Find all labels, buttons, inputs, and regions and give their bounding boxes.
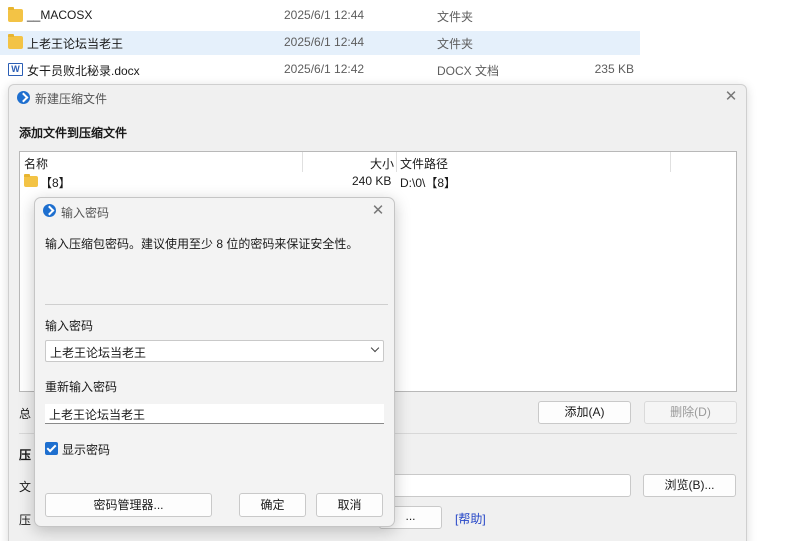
file-name: __MACOSX bbox=[27, 8, 93, 22]
ok-button[interactable]: 确定 bbox=[239, 493, 306, 517]
file-type: 文件夹 bbox=[437, 37, 474, 51]
reenter-password-input[interactable]: 上老王论坛当老王 bbox=[45, 404, 384, 424]
list-item-path: D:\0\【8】 bbox=[400, 176, 457, 190]
close-icon[interactable]: ✕ bbox=[724, 89, 738, 104]
cancel-button[interactable]: 取消 bbox=[316, 493, 383, 517]
file-size: 235 KB bbox=[594, 62, 634, 76]
show-password-checkbox[interactable] bbox=[45, 442, 58, 455]
password-manager-button[interactable]: 密码管理器... bbox=[45, 493, 212, 517]
app-logo-icon bbox=[43, 204, 56, 217]
section-compress-options: 压 bbox=[19, 448, 32, 462]
password-label: 输入密码 bbox=[45, 319, 94, 333]
password-combo[interactable]: 上老王论坛当老王 bbox=[45, 340, 384, 362]
column-divider bbox=[302, 152, 303, 172]
total-label: 总 bbox=[19, 407, 32, 421]
file-row-docx[interactable]: 女干员败北秘录.docx 2025/6/1 12:42 DOCX 文档 235 … bbox=[0, 58, 640, 82]
column-header-size[interactable]: 大小 bbox=[370, 155, 394, 172]
section-add-files: 添加文件到压缩文件 bbox=[19, 126, 128, 140]
file-type: 文件夹 bbox=[437, 10, 474, 24]
password-dialog-title: 输入密码 bbox=[61, 206, 110, 220]
delete-button[interactable]: 删除(D) bbox=[644, 401, 737, 424]
reenter-password-value: 上老王论坛当老王 bbox=[49, 408, 146, 422]
password-combo-value: 上老王论坛当老王 bbox=[50, 346, 147, 360]
reenter-password-label: 重新输入密码 bbox=[45, 380, 118, 394]
help-link[interactable]: [帮助] bbox=[455, 510, 486, 527]
close-icon[interactable]: ✕ bbox=[371, 203, 385, 218]
show-password-label[interactable]: 显示密码 bbox=[62, 441, 110, 458]
column-divider bbox=[396, 152, 397, 172]
app-logo-icon bbox=[17, 91, 30, 104]
browse-button[interactable]: 浏览(B)... bbox=[643, 474, 736, 497]
list-item-name: 【8】 bbox=[40, 176, 71, 190]
dialog-title: 新建压缩文件 bbox=[35, 92, 108, 106]
file-date: 2025/6/1 12:44 bbox=[284, 35, 365, 49]
folder-icon bbox=[24, 174, 38, 187]
add-button[interactable]: 添加(A) bbox=[538, 401, 631, 424]
compress-format-label: 压 bbox=[19, 513, 32, 527]
file-date: 2025/6/1 12:42 bbox=[284, 62, 365, 76]
column-divider bbox=[670, 152, 671, 172]
file-name-label: 文 bbox=[19, 480, 32, 494]
file-row-macosx[interactable]: __MACOSX 2025/6/1 12:44 文件夹 bbox=[0, 4, 640, 28]
column-header-name[interactable]: 名称 bbox=[24, 155, 48, 172]
password-description: 输入压缩包密码。建议使用至少 8 位的密码来保证安全性。 bbox=[45, 237, 359, 251]
password-dialog: 输入密码 ✕ 输入压缩包密码。建议使用至少 8 位的密码来保证安全性。 输入密码… bbox=[34, 197, 395, 527]
file-name: 上老王论坛当老王 bbox=[27, 37, 124, 51]
list-item-size: 240 KB bbox=[352, 174, 392, 188]
file-type: DOCX 文档 bbox=[437, 64, 500, 78]
file-name: 女干员败北秘录.docx bbox=[27, 64, 140, 78]
file-row-selected-folder[interactable]: 上老王论坛当老王 2025/6/1 12:44 文件夹 bbox=[0, 31, 640, 55]
folder-icon bbox=[8, 34, 23, 49]
column-header-path[interactable]: 文件路径 bbox=[400, 155, 448, 172]
divider bbox=[45, 304, 388, 305]
chevron-down-icon[interactable] bbox=[370, 343, 380, 353]
folder-icon bbox=[8, 7, 23, 22]
file-date: 2025/6/1 12:44 bbox=[284, 8, 365, 22]
word-doc-icon bbox=[8, 63, 23, 76]
archive-path-field[interactable] bbox=[379, 474, 631, 497]
